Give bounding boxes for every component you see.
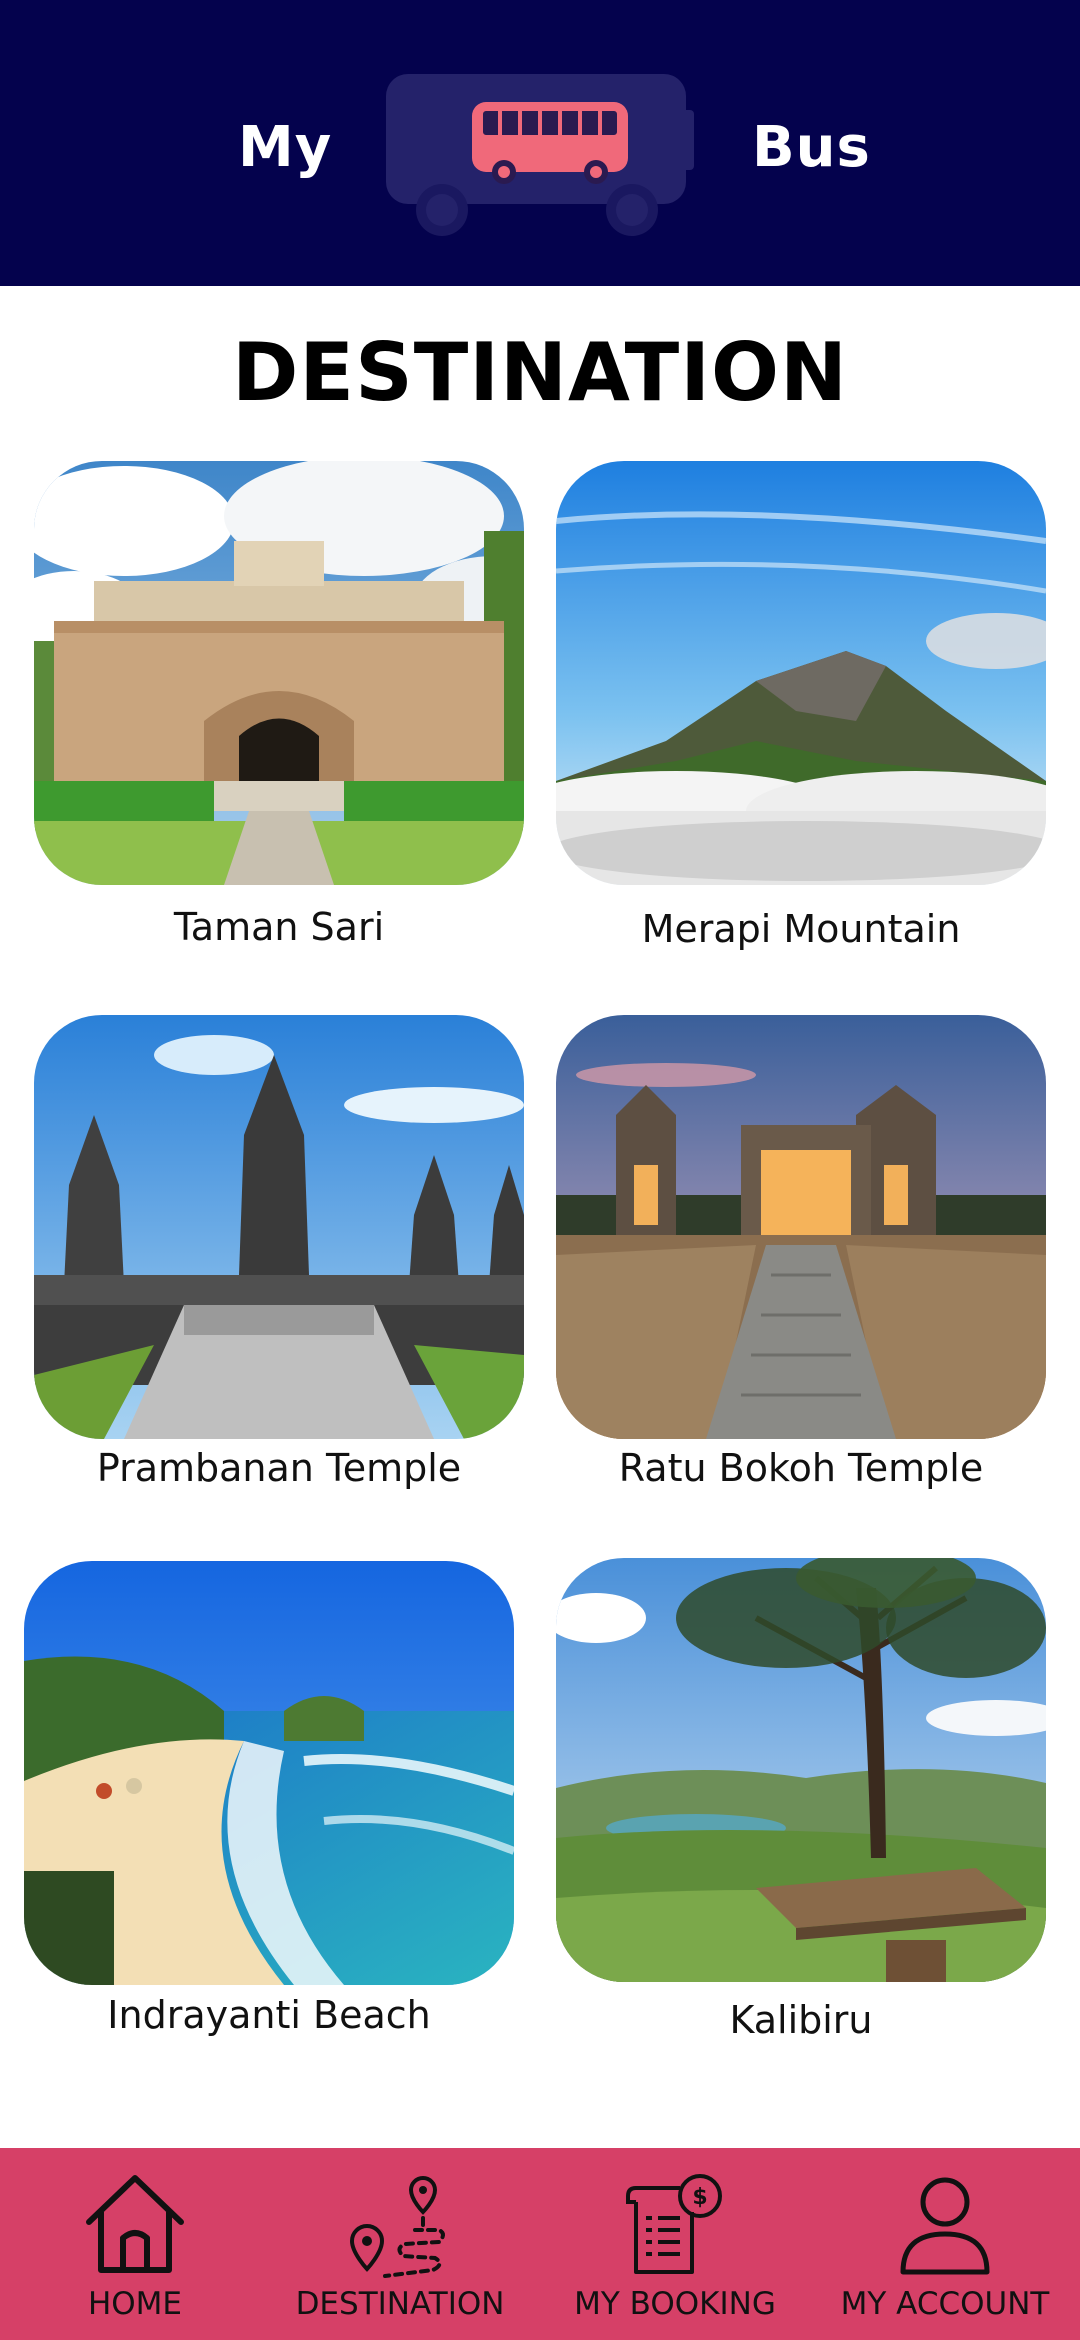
destination-image-prambanan-temple[interactable] — [34, 1015, 524, 1439]
destination-card-merapi-mountain[interactable]: Merapi Mountain — [556, 461, 1046, 951]
destination-card-kalibiru[interactable]: Kalibiru — [556, 1558, 1046, 2042]
destination-card-indrayanti-beach[interactable]: Indrayanti Beach — [24, 1561, 514, 2037]
route-pin-icon — [345, 2172, 455, 2286]
nav-destination[interactable]: DESTINATION — [290, 2148, 510, 2340]
user-icon — [895, 2172, 995, 2282]
app-screen: My Bus DESTINATION Taman Sari Merapi Mou… — [0, 0, 1080, 2340]
destination-image-indrayanti-beach[interactable] — [24, 1561, 514, 1985]
nav-home[interactable]: HOME — [40, 2148, 230, 2340]
destination-card-taman-sari[interactable]: Taman Sari — [34, 461, 524, 949]
destination-name: Prambanan Temple — [96, 1446, 462, 1490]
nav-home-label: HOME — [87, 2286, 183, 2322]
destination-name: Kalibiru — [729, 1998, 873, 2042]
destination-image-taman-sari[interactable] — [34, 461, 524, 885]
nav-destination-label: DESTINATION — [295, 2286, 505, 2322]
nav-my-booking[interactable]: $ MY BOOKING — [565, 2148, 785, 2340]
destination-name: Taman Sari — [173, 905, 385, 949]
app-header: My Bus — [0, 0, 1080, 286]
home-icon — [83, 2172, 187, 2280]
brand-title-left: My — [238, 115, 333, 180]
bottom-nav: HOME DESTINATION $ MY BOOKING MY ACCOUNT — [0, 2148, 1080, 2340]
nav-my-account[interactable]: MY ACCOUNT — [835, 2148, 1055, 2340]
destination-name: Indrayanti Beach — [107, 1993, 431, 2037]
brand-title-right: Bus — [752, 115, 871, 180]
bus-icon — [382, 70, 698, 240]
page-title: DESTINATION — [232, 326, 848, 419]
svg-text:$: $ — [692, 2185, 707, 2210]
destination-image-kalibiru[interactable] — [556, 1558, 1046, 1982]
nav-my-account-label: MY ACCOUNT — [840, 2286, 1050, 2322]
destination-name: Merapi Mountain — [641, 907, 961, 951]
destination-card-ratu-bokoh-temple[interactable]: Ratu Bokoh Temple — [556, 1015, 1046, 1490]
destination-image-merapi-mountain[interactable] — [556, 461, 1046, 885]
destination-name: Ratu Bokoh Temple — [618, 1446, 984, 1490]
receipt-dollar-icon: $ — [620, 2172, 730, 2286]
destination-card-prambanan-temple[interactable]: Prambanan Temple — [34, 1015, 524, 1490]
nav-my-booking-label: MY BOOKING — [574, 2286, 776, 2322]
destination-image-ratu-bokoh-temple[interactable] — [556, 1015, 1046, 1439]
